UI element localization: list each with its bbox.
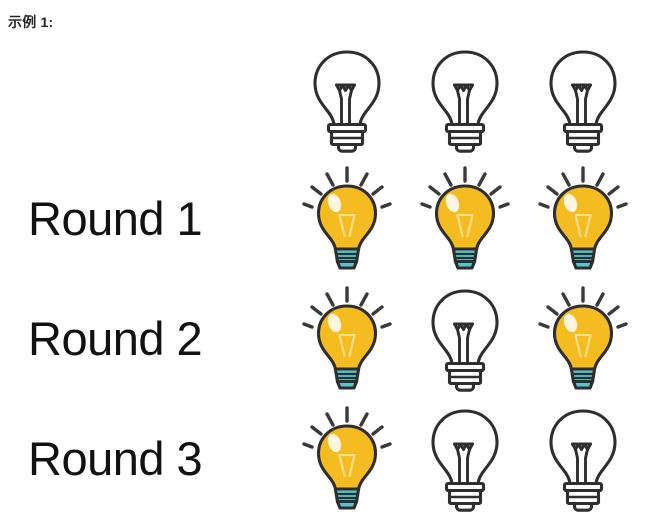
- lightbulb-on-icon[interactable]: [288, 402, 406, 514]
- bulb-cells-round-2: [288, 278, 668, 398]
- bulb-row-round-1: Round 1: [0, 158, 668, 278]
- bulb-cells-round-1: [288, 158, 668, 278]
- lightbulb-off-icon[interactable]: [524, 402, 642, 514]
- row-label-round-3: Round 3: [28, 431, 203, 485]
- lightbulb-off-icon[interactable]: [406, 282, 524, 394]
- bulb-grid: Round 1 Round 2 Round 3: [0, 40, 668, 518]
- lightbulb-on-icon[interactable]: [406, 162, 524, 274]
- lightbulb-off-icon[interactable]: [406, 43, 524, 155]
- bulb-row-header: [0, 40, 668, 158]
- bulb-cells-round-3: [288, 398, 668, 518]
- lightbulb-on-icon[interactable]: [524, 162, 642, 274]
- page-title: 示例 1:: [8, 14, 54, 30]
- lightbulb-off-icon[interactable]: [288, 43, 406, 155]
- row-label-round-1: Round 1: [28, 191, 203, 245]
- lightbulb-off-icon[interactable]: [524, 43, 642, 155]
- bulb-row-round-2: Round 2: [0, 278, 668, 398]
- bulb-cells-header: [288, 40, 668, 158]
- lightbulb-on-icon[interactable]: [288, 162, 406, 274]
- lightbulb-on-icon[interactable]: [524, 282, 642, 394]
- lightbulb-off-icon[interactable]: [406, 402, 524, 514]
- bulb-row-round-3: Round 3: [0, 398, 668, 518]
- row-label-round-2: Round 2: [28, 311, 203, 365]
- lightbulb-on-icon[interactable]: [288, 282, 406, 394]
